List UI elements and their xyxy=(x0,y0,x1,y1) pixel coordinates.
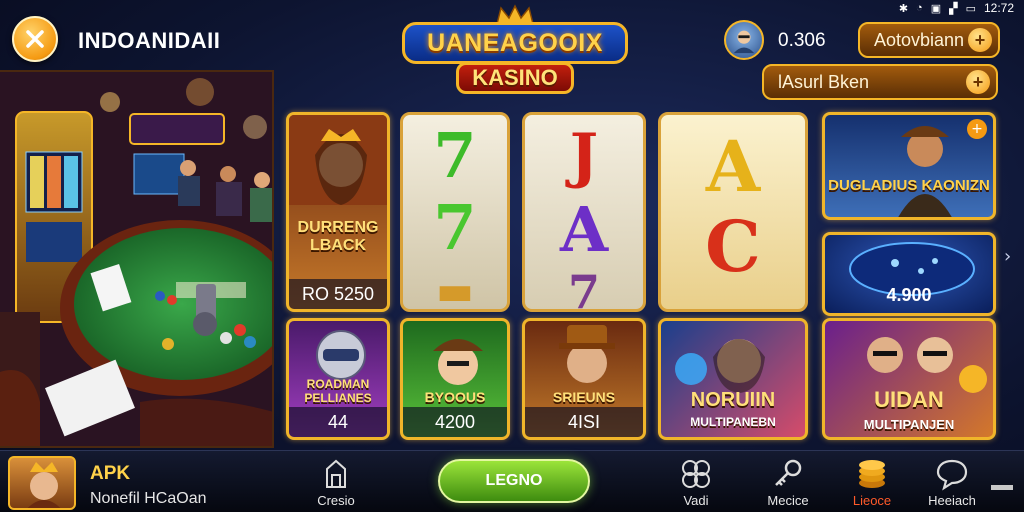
status-time: 12:72 xyxy=(983,1,1014,15)
close-button[interactable] xyxy=(12,16,58,62)
tile-value: RO 5250 xyxy=(289,279,387,309)
chat-icon xyxy=(936,459,968,491)
chevron-right-icon[interactable]: › xyxy=(1004,246,1011,267)
reel-symbol: 7 xyxy=(433,191,477,264)
wifi-icon: ◔ xyxy=(916,2,923,14)
secondary-action-button[interactable]: lAsurl Bken + xyxy=(762,64,998,100)
casino-icon xyxy=(326,459,346,488)
reel-symbol: J xyxy=(569,121,599,191)
login-button[interactable]: LEGNO xyxy=(438,459,590,503)
tile-caption: NORUIIN xyxy=(690,389,776,411)
reel-symbol: A xyxy=(705,125,761,208)
nav-label: Mecice xyxy=(767,493,809,508)
promo-title: APK xyxy=(90,463,131,484)
game-tile-uldan[interactable]: UIDAN MULTIPANJEN xyxy=(822,318,996,440)
nav-item-heeiach[interactable]: Heeiach xyxy=(920,457,984,512)
avatar-face-icon xyxy=(733,30,755,54)
tile-caption: DURRENG LBACK xyxy=(297,219,379,254)
tile-caption: BYOOUS xyxy=(424,389,486,405)
chip-icon xyxy=(682,460,710,488)
promo-subtitle: Nonefil HCaOan xyxy=(90,490,207,507)
nfc-icon: ▣ xyxy=(930,2,942,15)
game-tile-globe[interactable]: 4.900 xyxy=(822,232,996,316)
secondary-action-label: lAsurl Bken xyxy=(778,71,870,92)
nav-item-cresio[interactable]: Cresio xyxy=(304,457,368,512)
tile-caption: UIDAN xyxy=(874,387,944,412)
reel-symbol: 7 xyxy=(567,265,600,312)
nav-item-lieoce[interactable]: Lieoce xyxy=(840,457,904,512)
add-favorite-icon[interactable]: + xyxy=(967,119,987,139)
key-icon xyxy=(775,459,802,486)
bottom-bar: APK Nonefil HCaOan Cresio LEGNO Vadi Mec… xyxy=(0,450,1024,512)
tile-value: 4ISI xyxy=(525,407,643,437)
game-tile-roadman[interactable]: ROADMAN PELLIANES 44 xyxy=(286,318,390,440)
primary-action-label: Aotovbiann xyxy=(874,29,965,50)
tile-caption: ROADMAN PELLIANES xyxy=(304,377,372,405)
plus-icon: + xyxy=(968,28,992,52)
coins-icon xyxy=(859,460,885,488)
tile-value: 44 xyxy=(289,407,387,437)
nav-item-menu[interactable] xyxy=(982,457,1022,512)
balance-value: 0.306 xyxy=(778,30,826,51)
slot-reel-2: J A 7 xyxy=(522,112,646,312)
game-grid: DURRENG LBACK RO 5250 7 7 ▬ J A 7 A C DU… xyxy=(286,112,998,442)
nav-item-mecice[interactable]: Mecice xyxy=(756,457,820,512)
casino-scene-image xyxy=(0,70,274,448)
status-bar: ✱ ◔ ▣ ▞ ▭ 12:72 xyxy=(899,0,1014,16)
game-tile-durring-lback[interactable]: DURRENG LBACK RO 5250 xyxy=(286,112,390,312)
reel-symbol: ▬ xyxy=(436,267,474,312)
game-tile-noruiin[interactable]: NORUIIN MULTIPANEBN xyxy=(658,318,808,440)
promo-character-icon xyxy=(27,462,61,508)
nav-label: Cresio xyxy=(317,493,355,508)
nav-label: Vadi xyxy=(683,493,709,508)
tile-value: 4200 xyxy=(403,407,507,437)
promo-avatar[interactable] xyxy=(8,456,76,510)
user-avatar[interactable] xyxy=(724,20,764,60)
tile-caption: DUGLADIUS KAONIZN xyxy=(828,177,990,194)
slot-reel-1: 7 7 ▬ xyxy=(400,112,510,312)
primary-action-button[interactable]: Aotovbiann + xyxy=(858,22,1000,58)
bluetooth-icon: ✱ xyxy=(898,2,909,15)
logo-subtitle: KASINO xyxy=(456,62,574,94)
close-icon xyxy=(26,30,44,48)
nav-label: Heeiach xyxy=(928,493,976,508)
slot-reel-3: A C xyxy=(658,112,808,312)
game-tile-srieuns[interactable]: SRIEUNS 4ISI xyxy=(522,318,646,440)
tile-caption: SRIEUNS xyxy=(552,389,616,405)
casino-logo: UANEAGOOIX KASINO xyxy=(402,4,628,100)
reel-symbol: A xyxy=(559,193,609,266)
menu-icon xyxy=(991,485,1013,490)
signal-icon: ▞ xyxy=(949,2,958,15)
tile-value: 4.900 xyxy=(886,285,932,305)
game-tile-duglaidius[interactable]: DUGLADIUS KAONIZN + xyxy=(822,112,996,220)
tile-subcaption: MULTIPANEBN xyxy=(690,415,776,429)
app-name: INDOANIDAII xyxy=(78,28,221,53)
game-tile-byoous[interactable]: BYOOUS 4200 xyxy=(400,318,510,440)
tile-subcaption: MULTIPANJEN xyxy=(863,417,955,432)
plus-icon: + xyxy=(966,70,990,94)
battery-icon: ▭ xyxy=(965,2,976,15)
nav-item-vadi[interactable]: Vadi xyxy=(664,457,728,512)
logo-title: UANEAGOOIX xyxy=(402,22,628,64)
top-bar: INDOANIDAII ✱ ◔ ▣ ▞ ▭ 12:72 UANEAGOOIX K… xyxy=(0,0,1024,94)
reel-symbol: 7 xyxy=(433,119,477,192)
casino-table-illustration xyxy=(0,72,272,446)
nav-label: Lieoce xyxy=(852,493,892,508)
reel-symbol: C xyxy=(705,205,761,288)
